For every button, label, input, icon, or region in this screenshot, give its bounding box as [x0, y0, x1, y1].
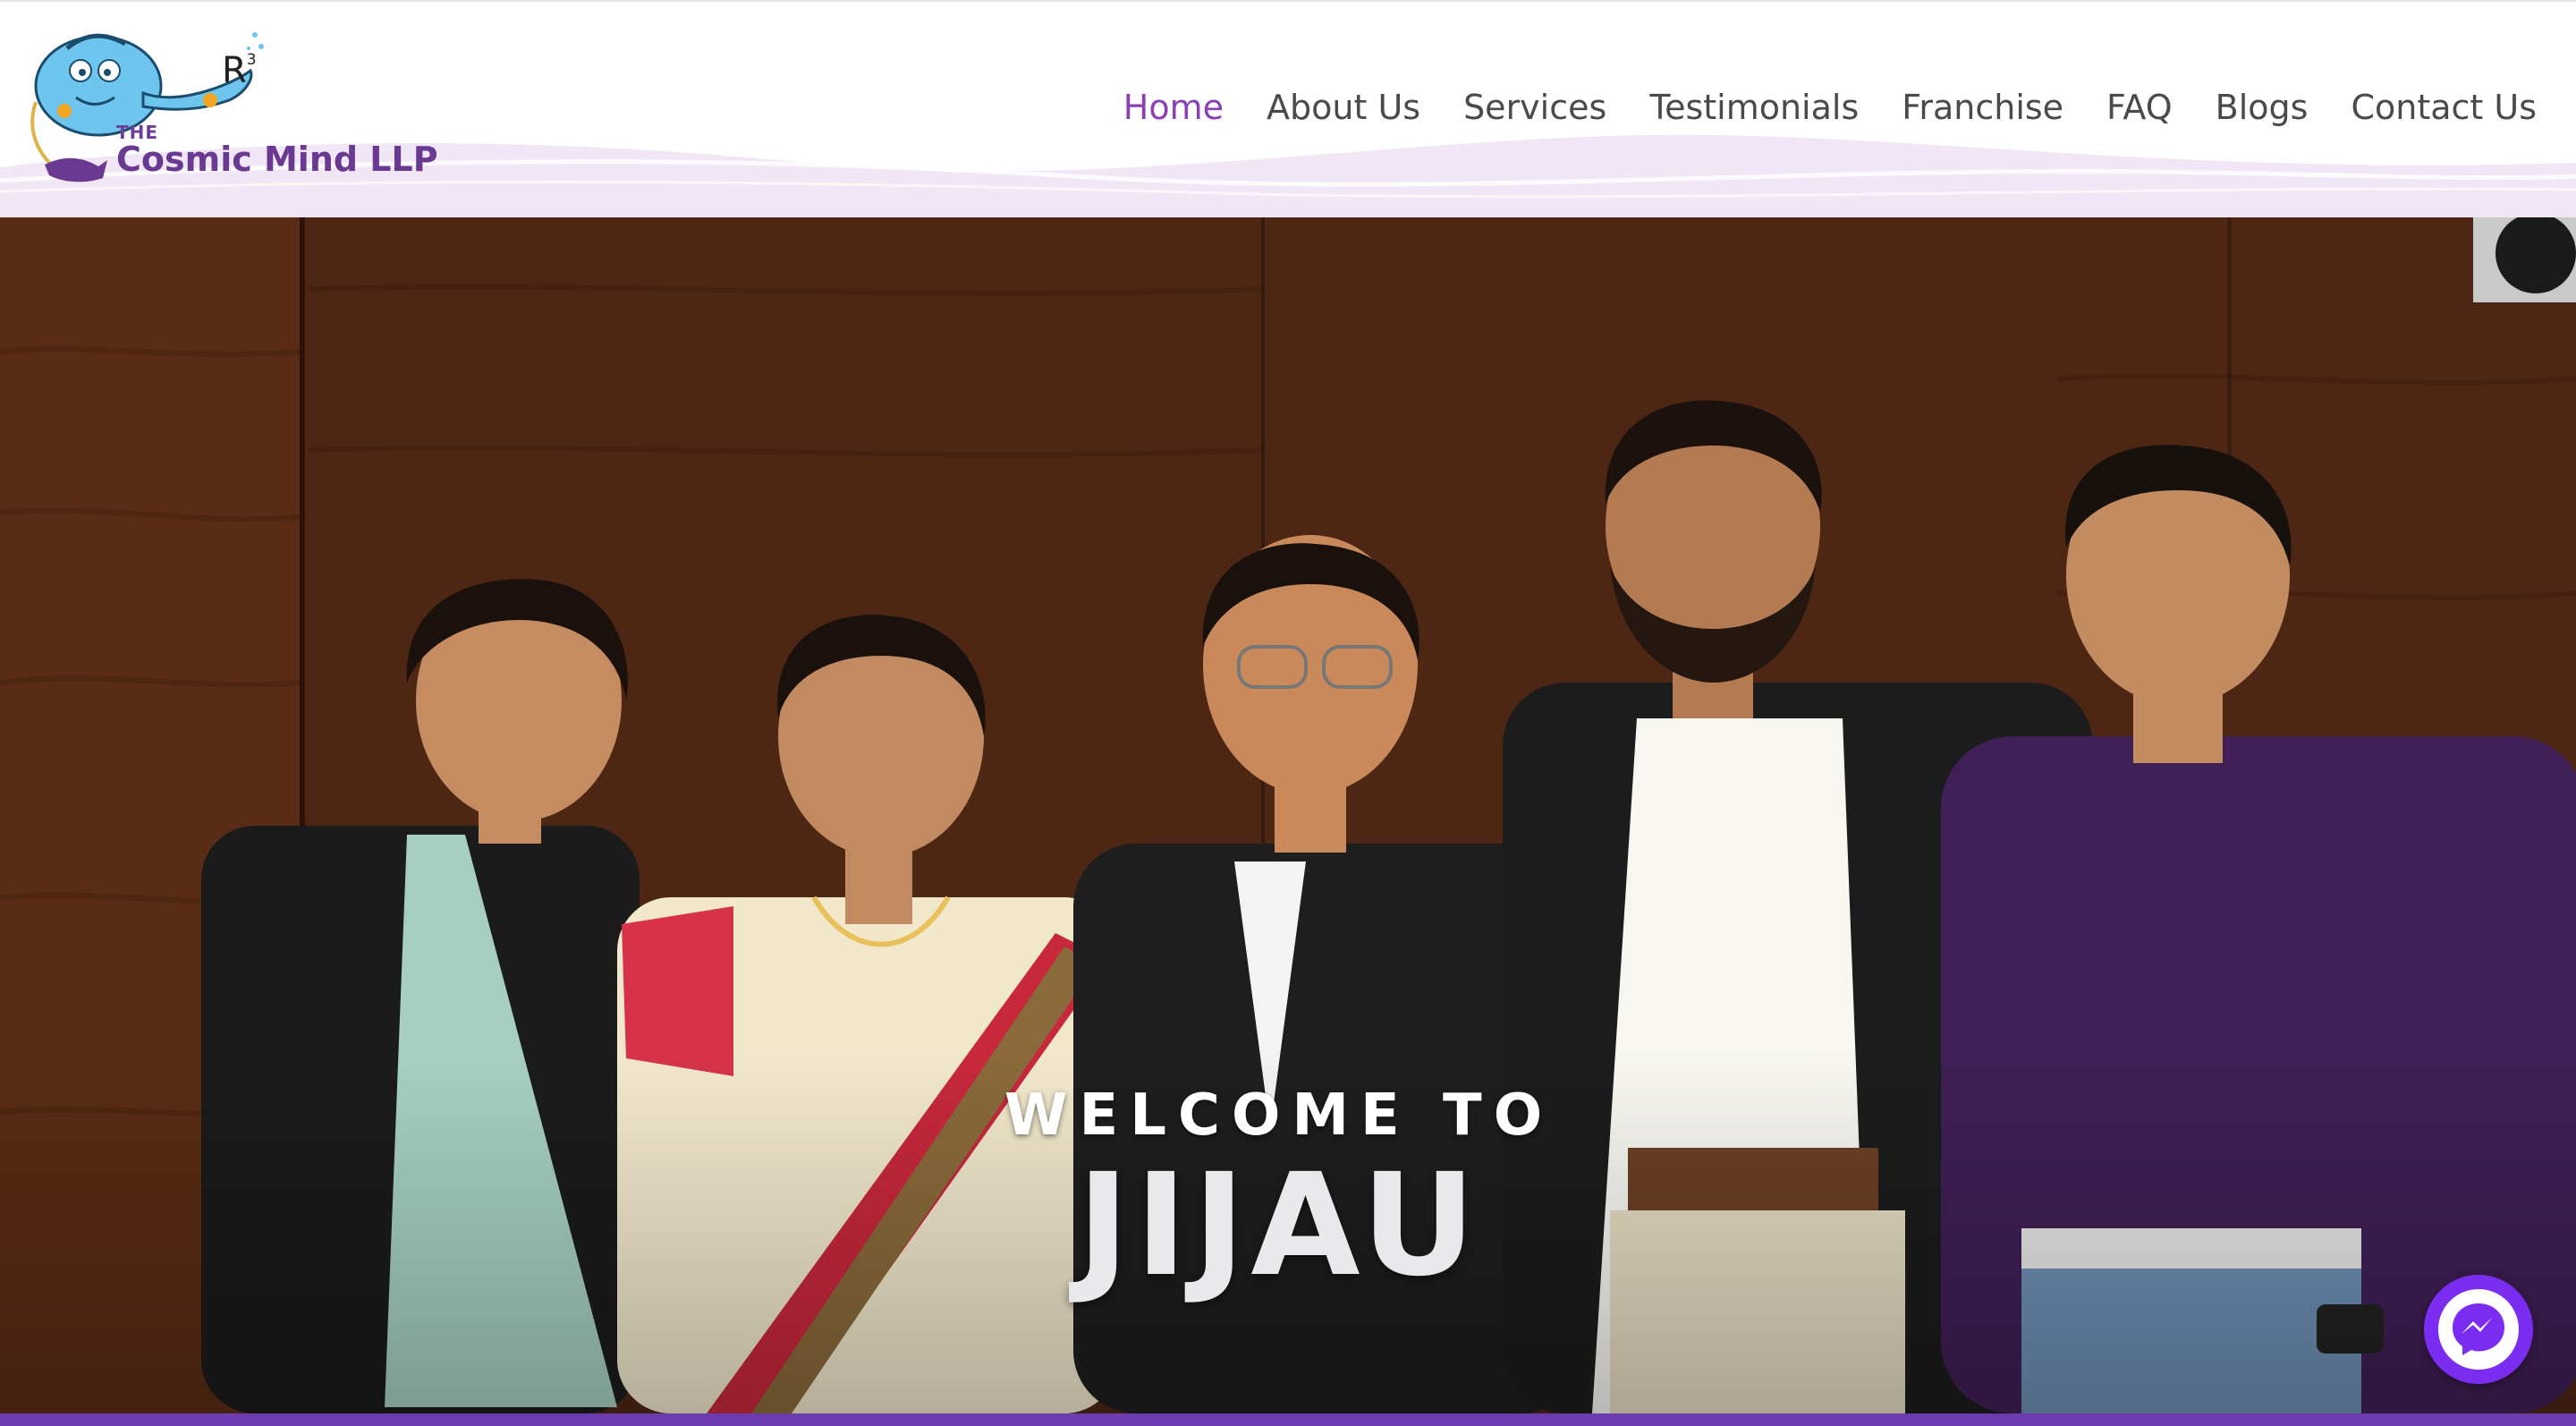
nav-contact-us[interactable]: Contact Us [2351, 88, 2537, 127]
logo-r3-mark: R3 [222, 50, 257, 91]
logo[interactable]: R3 THE Cosmic Mind LLP [27, 21, 438, 187]
nav-home[interactable]: Home [1123, 88, 1224, 127]
logo-company-name: Cosmic Mind LLP [116, 140, 438, 179]
hero-title: JIJAU [1076, 1143, 1482, 1308]
hero-welcome-text: WELCOME TO [1004, 1082, 1555, 1149]
messenger-icon [2453, 1303, 2504, 1355]
nav-about-us[interactable]: About Us [1267, 88, 1420, 127]
bottom-accent-bar [0, 1413, 2576, 1426]
nav-services[interactable]: Services [1463, 88, 1606, 127]
site-header: R3 THE Cosmic Mind LLP Home About Us Ser… [0, 0, 2576, 217]
nav-faq[interactable]: FAQ [2106, 88, 2173, 127]
messenger-icon-wrap [2438, 1289, 2519, 1370]
nav-franchise[interactable]: Franchise [1902, 88, 2063, 127]
nav-blogs[interactable]: Blogs [2216, 88, 2309, 127]
main-nav: Home About Us Services Testimonials Fran… [1080, 88, 2537, 127]
messenger-chat-button[interactable] [2424, 1275, 2533, 1384]
nav-testimonials[interactable]: Testimonials [1649, 88, 1859, 127]
